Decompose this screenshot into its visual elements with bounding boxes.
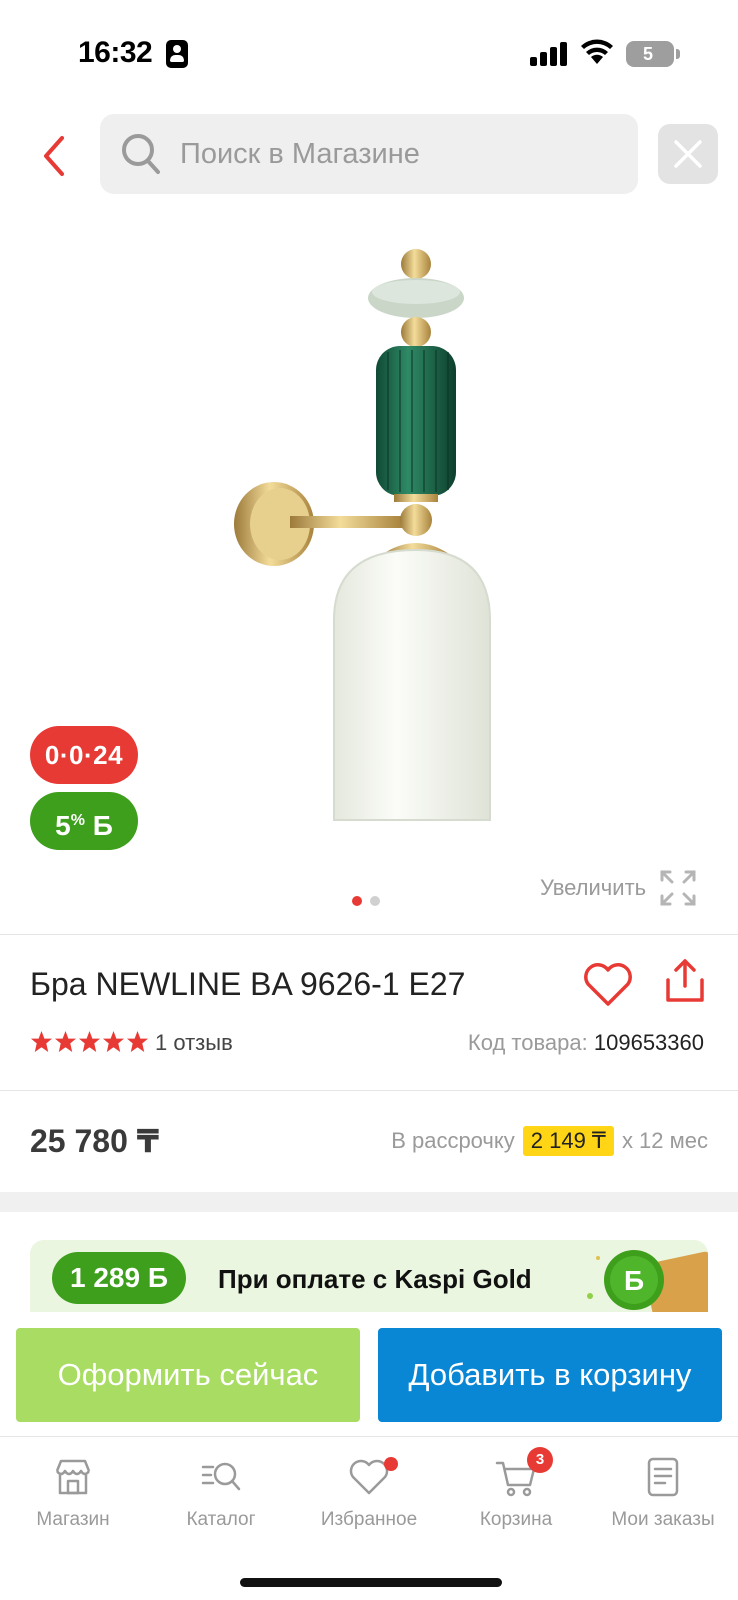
nav-item-shop[interactable]: Магазин: [8, 1455, 138, 1531]
status-bar: 16:32 5: [0, 0, 738, 104]
sku-label: Код товара:: [467, 1030, 588, 1055]
pagination-dot: [370, 896, 380, 906]
favorite-button[interactable]: [582, 960, 634, 1008]
kaspi-bonus-chip: 1 289 Б: [52, 1252, 186, 1304]
star-icon: [126, 1030, 149, 1053]
product-gallery[interactable]: 0·0·24 5% Б: [0, 220, 738, 920]
nav-label: Магазин: [36, 1509, 110, 1530]
star-icon: [78, 1030, 101, 1053]
section-separator: [0, 1192, 738, 1212]
nav-label: Каталог: [186, 1509, 256, 1530]
favorites-indicator-dot: [384, 1457, 398, 1471]
divider: [0, 1090, 738, 1091]
divider: [0, 934, 738, 935]
battery-cap: [676, 49, 680, 59]
product-title: Бра NEWLINE BA 9626-1 E27: [30, 966, 466, 1002]
zoom-button[interactable]: Увеличить: [540, 868, 698, 908]
installment-suffix: х 12 мес: [621, 1128, 708, 1153]
pagination-dot-active: [352, 896, 362, 906]
nav-label: Корзина: [479, 1509, 553, 1530]
wifi-icon: [581, 39, 613, 64]
reviews-link[interactable]: 1 отзыв: [155, 1030, 233, 1056]
product-price: 25 780 ₸: [30, 1123, 160, 1159]
nav-item-catalog[interactable]: Каталог: [156, 1455, 286, 1531]
status-time: 16:32: [78, 36, 153, 69]
installment-prefix: В рассрочку: [391, 1128, 515, 1153]
buy-now-button[interactable]: Оформить сейчас: [16, 1328, 360, 1422]
installment-amount: 2 149 ₸: [522, 1126, 614, 1156]
star-icon: [54, 1030, 77, 1053]
installment-badge: 0·0·24: [30, 726, 138, 784]
catalog-search-icon: [201, 1462, 241, 1491]
star-icon: [30, 1030, 53, 1053]
zoom-label: Увеличить: [540, 875, 647, 900]
home-indicator[interactable]: [240, 1578, 502, 1587]
nav-label: Мои заказы: [611, 1509, 715, 1530]
kaspi-gold-card-illustration: Б: [587, 1250, 708, 1312]
rating-stars: [30, 1030, 149, 1053]
search-bar[interactable]: [100, 114, 638, 194]
bonus-percent-sign: %: [70, 812, 85, 829]
star-icon: [102, 1030, 125, 1053]
nav-label: Избранное: [320, 1509, 418, 1530]
battery-level: 5: [642, 44, 653, 64]
kaspi-gold-text: При оплате с Kaspi Gold: [218, 1264, 532, 1294]
orders-icon: [647, 1457, 679, 1497]
nav-item-cart[interactable]: 3 Корзина: [451, 1447, 581, 1531]
nav-item-orders[interactable]: Мои заказы: [598, 1455, 728, 1531]
bonus-currency: Б: [92, 810, 113, 841]
bottom-nav: Магазин Каталог Избранное 3 Корзина Мои …: [0, 1436, 738, 1600]
cellular-signal-icon: [530, 42, 568, 66]
battery-icon: 5: [626, 41, 674, 67]
shop-icon: [55, 1459, 91, 1495]
cart-count-badge: 3: [527, 1447, 553, 1473]
bonus-percent: 5: [55, 810, 71, 841]
nav-item-favorites[interactable]: Избранное: [304, 1455, 434, 1531]
kaspi-gold-banner[interactable]: 1 289 Б При оплате с Kaspi Gold Б: [30, 1240, 708, 1312]
focus-mode-icon: [166, 40, 188, 68]
expand-icon: [660, 870, 696, 906]
installment-info[interactable]: В рассрочку 2 149 ₸ х 12 мес: [391, 1126, 708, 1156]
back-button[interactable]: [34, 128, 74, 184]
close-search-button[interactable]: [658, 124, 718, 184]
bonus-badge: 5% Б: [30, 792, 138, 850]
search-icon: [122, 134, 160, 174]
share-button[interactable]: [662, 956, 708, 1006]
add-to-cart-button[interactable]: Добавить в корзину: [378, 1328, 722, 1422]
sku-value: 109653360: [593, 1030, 704, 1055]
search-input[interactable]: [180, 114, 620, 194]
product-image[interactable]: [230, 240, 520, 840]
sku: Код товара: 109653360: [468, 1030, 704, 1056]
svg-text:Б: Б: [624, 1265, 644, 1296]
gallery-pagination: [352, 896, 380, 906]
